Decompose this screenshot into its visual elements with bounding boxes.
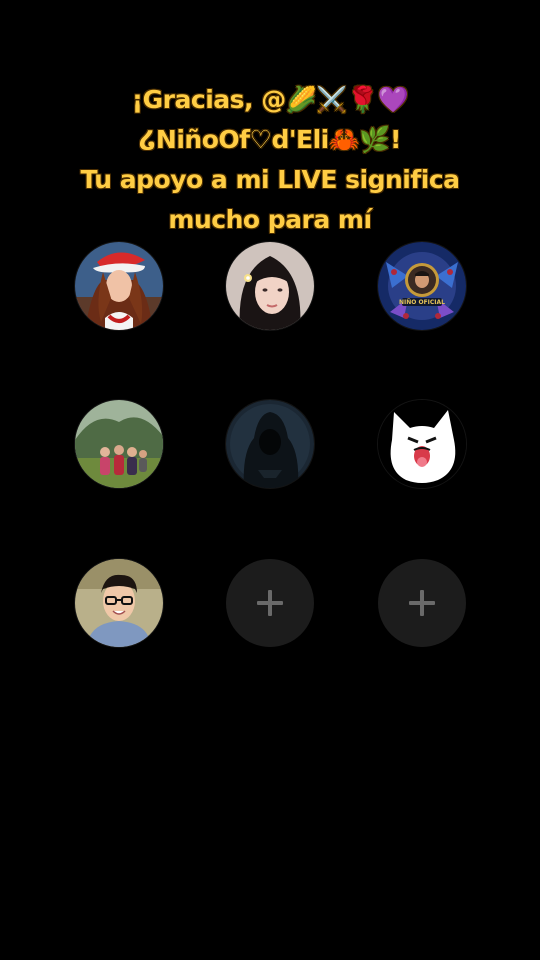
supporter-grid: NIÑO OFICIAL: [0, 0, 540, 960]
add-supporter-slot-2[interactable]: [378, 559, 466, 647]
supporter-avatar-5[interactable]: [226, 400, 314, 488]
plus-icon: [226, 559, 314, 647]
white-cat-sticker-avatar: [378, 400, 466, 488]
woman-portrait-avatar: [226, 242, 314, 330]
plus-icon: [378, 559, 466, 647]
supporter-avatar-3[interactable]: NIÑO OFICIAL: [378, 242, 466, 330]
supporter-avatar-2[interactable]: [226, 242, 314, 330]
nino-oficial-badge-text: NIÑO OFICIAL: [399, 299, 445, 306]
nino-oficial-logo-avatar: NIÑO OFICIAL: [378, 242, 466, 330]
man-glasses-avatar: [75, 559, 163, 647]
hooded-figure-avatar: [226, 400, 314, 488]
supporter-avatar-7[interactable]: [75, 559, 163, 647]
woman-santa-hat-avatar: [75, 242, 163, 330]
supporter-avatar-1[interactable]: [75, 242, 163, 330]
supporter-avatar-6[interactable]: [378, 400, 466, 488]
add-supporter-slot-1[interactable]: [226, 559, 314, 647]
supporter-avatar-4[interactable]: [75, 400, 163, 488]
group-photo-avatar: [75, 400, 163, 488]
